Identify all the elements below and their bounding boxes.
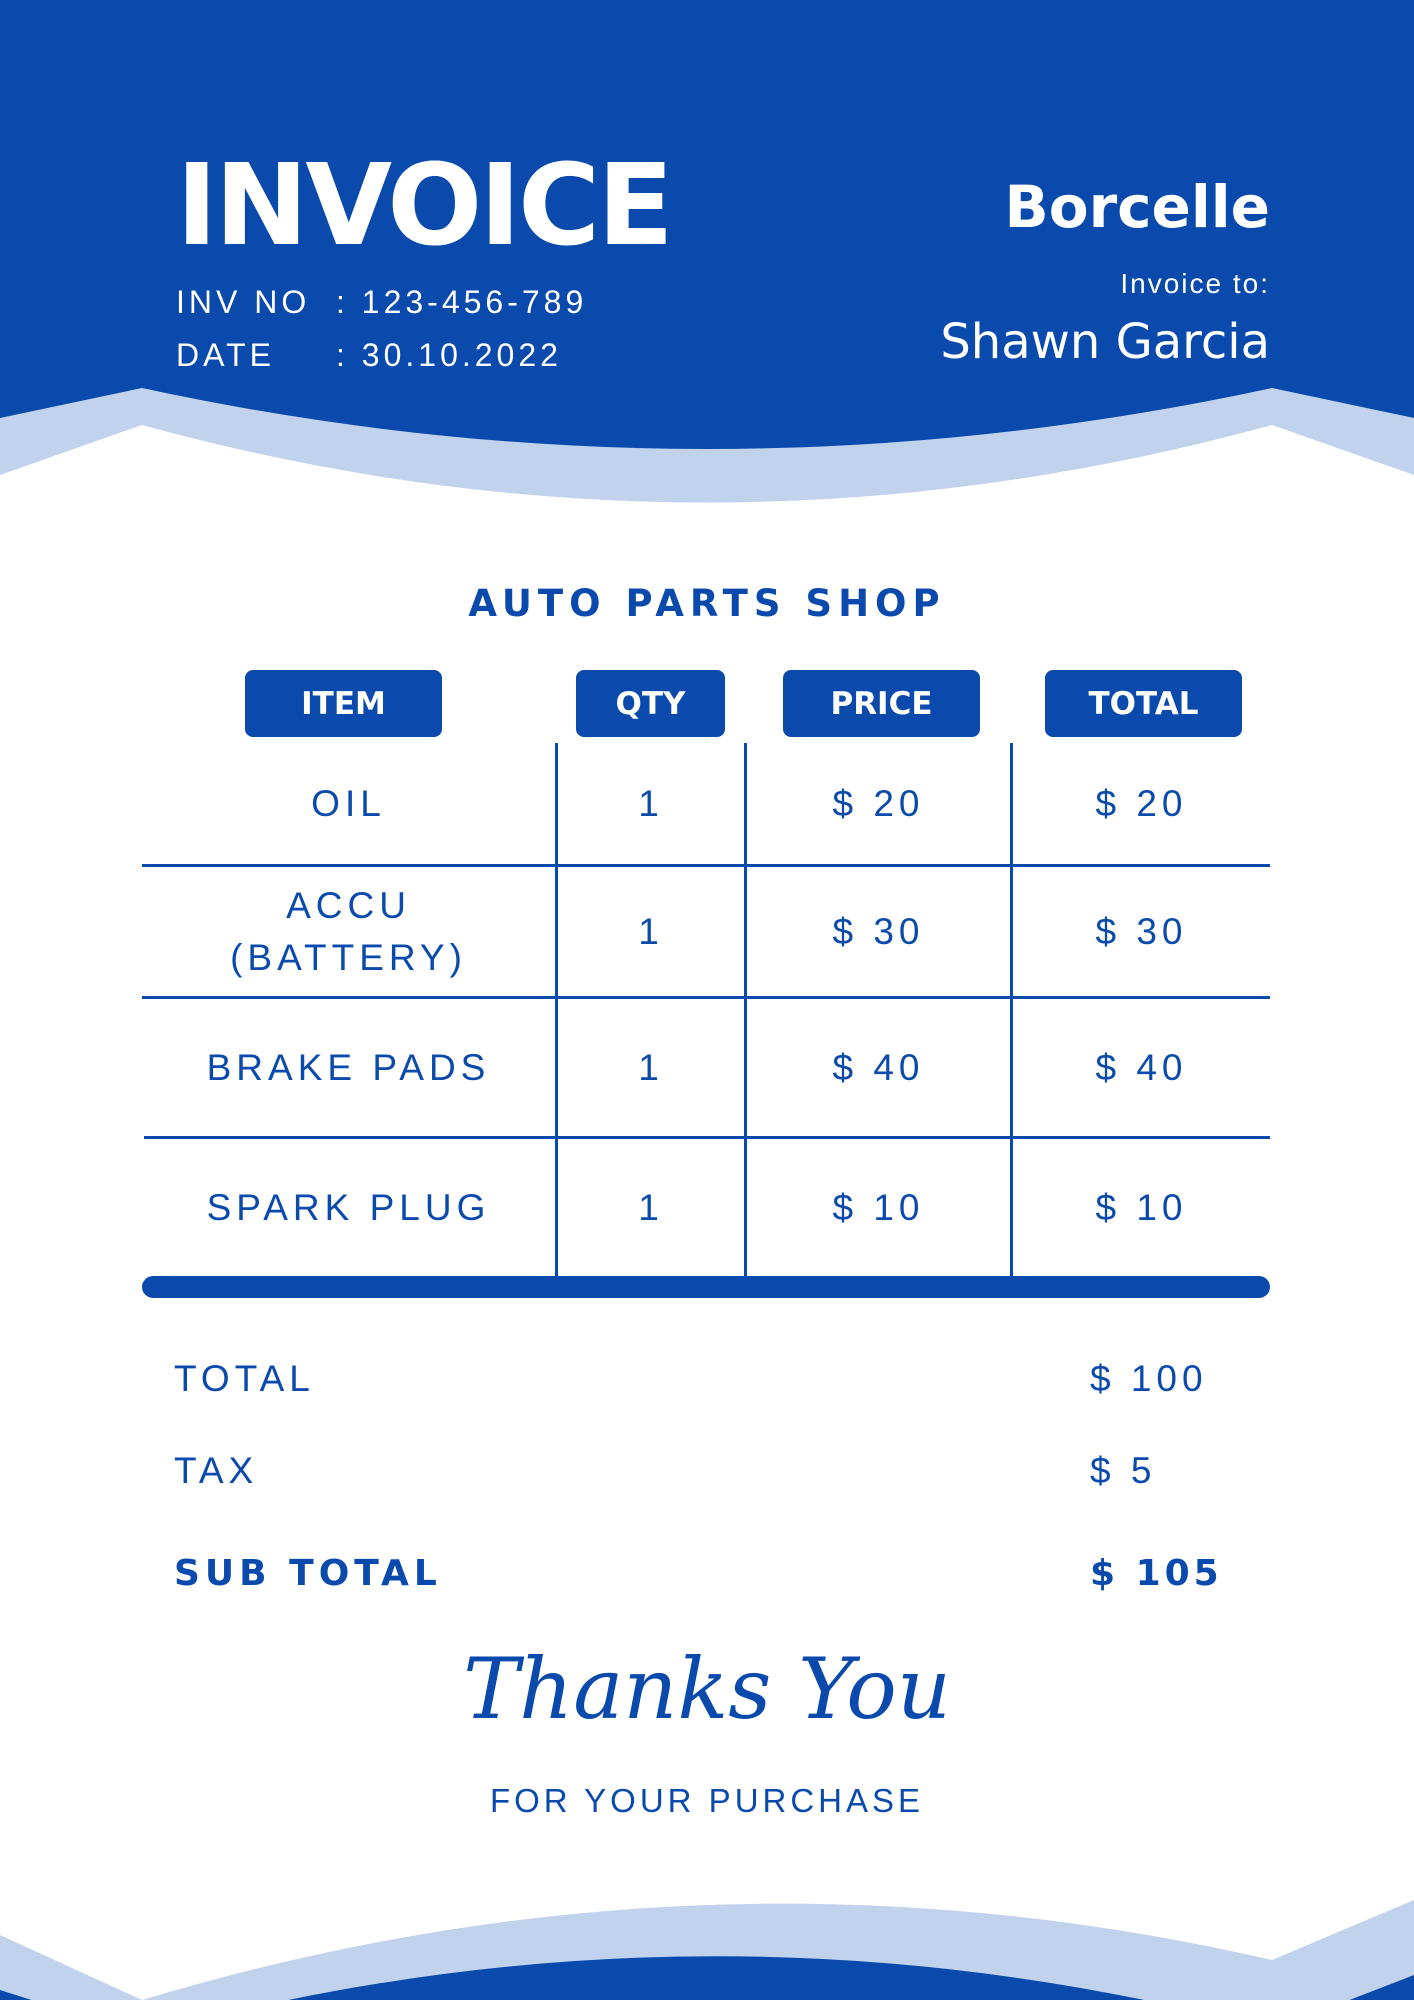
- table-cell-price: $ 30: [832, 910, 925, 952]
- column-header-item: ITEM: [245, 670, 442, 737]
- column-header-total: TOTAL: [1045, 670, 1242, 737]
- invoice-date-row: DATE : 30.10.2022: [176, 337, 671, 374]
- table-cell-total: $ 40: [1095, 1046, 1188, 1088]
- table-cell-price: $ 10: [832, 1186, 925, 1228]
- invoice-to-label: Invoice to:: [1120, 268, 1270, 299]
- total-value: $ 100: [1090, 1358, 1208, 1399]
- table-bottom-bar: [142, 1276, 1270, 1298]
- invoice-header: INVOICE INV NO : 123-456-789 DATE : 30.1…: [176, 141, 674, 374]
- subtotal-value: $ 105: [1090, 1553, 1223, 1594]
- invoice-number-label: INV NO: [176, 284, 311, 320]
- thank-you-signature: Thanks You: [463, 1640, 951, 1738]
- table-cell-item: OIL: [311, 782, 386, 824]
- invoice-date-value: : 30.10.2022: [336, 337, 562, 373]
- column-header-price: PRICE: [783, 670, 980, 737]
- client-name: Shawn Garcia: [940, 314, 1270, 370]
- table-cell-price: $ 20: [832, 782, 925, 824]
- column-header-qty: QTY: [576, 670, 725, 737]
- brand-name: Borcelle: [1004, 173, 1270, 241]
- footer-wave-background: [0, 1900, 1414, 2000]
- tax-label: TAX: [174, 1450, 259, 1491]
- table-cell-total: $ 20: [1095, 782, 1188, 824]
- shop-name: AUTO PARTS SHOP: [468, 582, 946, 625]
- table-cell-qty: 1: [638, 1046, 664, 1088]
- table-cell-item: BRAKE PADS: [206, 1046, 491, 1088]
- invoice-date-label: DATE: [176, 337, 275, 373]
- subtotal-label: SUB TOTAL: [174, 1553, 442, 1594]
- table-cell-total: $ 10: [1095, 1186, 1188, 1228]
- table-cell-price: $ 40: [832, 1046, 925, 1088]
- billing-info: Borcelle Invoice to: Shawn Garcia: [940, 178, 1270, 370]
- table-cell-item: SPARK PLUG: [206, 1186, 491, 1228]
- invoice-number-row: INV NO : 123-456-789: [176, 284, 671, 321]
- invoice-number-value: : 123-456-789: [336, 284, 588, 320]
- table-cell-qty: 1: [638, 1186, 664, 1228]
- table-cell-qty: 1: [638, 782, 664, 824]
- table-cell-total: $ 30: [1095, 910, 1188, 952]
- thank-you-subtitle: FOR YOUR PURCHASE: [489, 1782, 925, 1819]
- invoice-title: INVOICE: [176, 141, 674, 271]
- table-cell-item: ACCU (BATTERY): [230, 884, 467, 978]
- table-cell-qty: 1: [638, 910, 664, 952]
- total-label: TOTAL: [174, 1358, 315, 1399]
- tax-value: $ 5: [1090, 1450, 1157, 1491]
